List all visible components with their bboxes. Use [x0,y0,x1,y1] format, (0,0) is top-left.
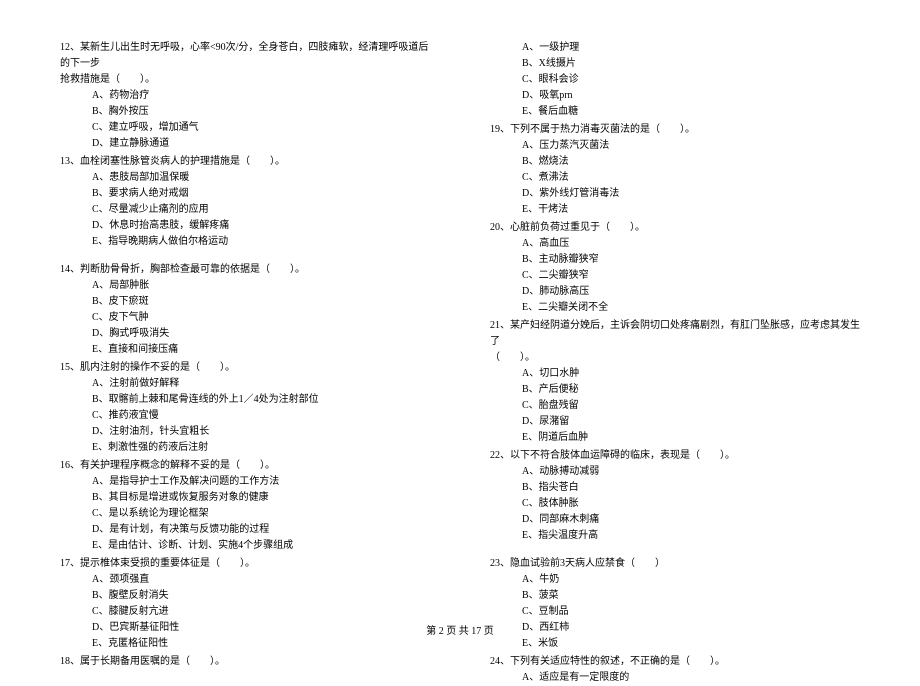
q19-opt-b: B、燃烧法 [522,154,860,170]
q20-text: 20、心脏前负荷过重见于（ ）。 [490,220,860,236]
question-16: 16、有关护理程序概念的解释不妥的是（ ）。 A、是指导护士工作及解决问题的工作… [60,458,430,554]
q13-opt-c: C、尽量减少止痛剂的应用 [92,202,430,218]
q18-text: 18、属于长期备用医嘱的是（ ）。 [60,654,430,670]
q22-opt-e: E、指尖温度升高 [522,528,860,544]
q22-opt-b: B、指尖苍白 [522,480,860,496]
q15-opt-d: D、注射油剂，针头宜粗长 [92,424,430,440]
question-14: 14、判断肋骨骨折，胸部检查最可靠的依据是（ ）。 A、局部肿胀 B、皮下瘀斑 … [60,262,430,358]
q16-opt-a: A、是指导护士工作及解决问题的工作方法 [92,474,430,490]
q15-opt-c: C、推药液宜慢 [92,408,430,424]
q21-line1: 21、某产妇经阴道分娩后，主诉会阴切口处疼痛剧烈，有肛门坠胀感，应考虑其发生了 [490,318,860,350]
q20-opt-b: B、主动脉瓣狭窄 [522,252,860,268]
q13-opt-a: A、患肢局部加温保暖 [92,170,430,186]
q22-opt-d: D、同部麻木刺痛 [522,512,860,528]
q23-opt-b: B、菠菜 [522,588,860,604]
q12-opt-c: C、建立呼吸，增加通气 [92,120,430,136]
q20-opt-e: E、二尖瓣关闭不全 [522,300,860,316]
q16-text: 16、有关护理程序概念的解释不妥的是（ ）。 [60,458,430,474]
question-24: 24、下列有关适应特性的叙述，不正确的是（ ）。 A、适应是有一定限度的 [490,654,860,686]
q22-opt-a: A、动脉搏动减弱 [522,464,860,480]
q13-opt-e: E、指导晚期病人做伯尔格运动 [92,234,430,250]
q22-opt-c: C、肢体肿胀 [522,496,860,512]
q12-opt-a: A、药物治疗 [92,88,430,104]
q15-opt-b: B、取髂前上棘和尾骨连线的外上1／4处为注射部位 [92,392,430,408]
q23-text: 23、隐血试验前3天病人应禁食（ ） [490,556,860,572]
q18-opt-c: C、眼科会诊 [522,72,860,88]
page-footer: 第 2 页 共 17 页 [0,624,920,640]
q15-opt-a: A、注射前做好解释 [92,376,430,392]
q24-text: 24、下列有关适应特性的叙述，不正确的是（ ）。 [490,654,860,670]
q14-text: 14、判断肋骨骨折，胸部检查最可靠的依据是（ ）。 [60,262,430,278]
question-20: 20、心脏前负荷过重见于（ ）。 A、高血压 B、主动脉瓣狭窄 C、二尖瓣狭窄 … [490,220,860,316]
question-21: 21、某产妇经阴道分娩后，主诉会阴切口处疼痛剧烈，有肛门坠胀感，应考虑其发生了 … [490,318,860,446]
q20-opt-a: A、高血压 [522,236,860,252]
q19-opt-d: D、紫外线灯管消毒法 [522,186,860,202]
question-18-opts: A、一级护理 B、X线摄片 C、眼科会诊 D、吸氧prn E、餐后血糖 [490,40,860,120]
q15-opt-e: E、刺激性强的药液后注射 [92,440,430,456]
q16-opt-d: D、是有计划，有决策与反馈功能的过程 [92,522,430,538]
q24-opt-a: A、适应是有一定限度的 [522,670,860,686]
q21-opt-b: B、产后便秘 [522,382,860,398]
q21-opt-d: D、尿潴留 [522,414,860,430]
q23-opt-c: C、豆制品 [522,604,860,620]
q15-text: 15、肌内注射的操作不妥的是（ ）。 [60,360,430,376]
q21-opt-a: A、切口水肿 [522,366,860,382]
question-15: 15、肌内注射的操作不妥的是（ ）。 A、注射前做好解释 B、取髂前上棘和尾骨连… [60,360,430,456]
question-18: 18、属于长期备用医嘱的是（ ）。 [60,654,430,670]
q18-opt-b: B、X线摄片 [522,56,860,72]
q13-opt-b: B、要求病人绝对戒烟 [92,186,430,202]
q12-line1: 12、某新生儿出生时无呼吸，心率<90次/分，全身苍白，四肢瘫软，经清理呼吸道后… [60,40,430,72]
q16-opt-e: E、是由估计、诊断、计划、实施4个步骤组成 [92,538,430,554]
question-12: 12、某新生儿出生时无呼吸，心率<90次/分，全身苍白，四肢瘫软，经清理呼吸道后… [60,40,430,152]
q14-opt-d: D、胸式呼吸消失 [92,326,430,342]
spacer [490,546,860,556]
q12-line2: 抢救措施是（ ）。 [60,72,430,88]
left-column: 12、某新生儿出生时无呼吸，心率<90次/分，全身苍白，四肢瘫软，经清理呼吸道后… [50,40,460,590]
question-22: 22、以下不符合肢体血运障碍的临床，表现是（ ）。 A、动脉搏动减弱 B、指尖苍… [490,448,860,544]
page-content: 12、某新生儿出生时无呼吸，心率<90次/分，全身苍白，四肢瘫软，经清理呼吸道后… [0,0,920,610]
spacer [60,252,430,262]
q19-text: 19、下列不属于热力消毒灭菌法的是（ ）。 [490,122,860,138]
q19-opt-c: C、煮沸法 [522,170,860,186]
q19-opt-e: E、干烤法 [522,202,860,218]
q21-opt-e: E、阴道后血肿 [522,430,860,446]
q17-opt-a: A、颈项强直 [92,572,430,588]
right-column: A、一级护理 B、X线摄片 C、眼科会诊 D、吸氧prn E、餐后血糖 19、下… [460,40,870,590]
q14-opt-b: B、皮下瘀斑 [92,294,430,310]
q18-opt-d: D、吸氧prn [522,88,860,104]
q12-opt-b: B、胸外按压 [92,104,430,120]
q14-opt-e: E、直接和间接压痛 [92,342,430,358]
q17-opt-c: C、膝腱反射亢进 [92,604,430,620]
q16-opt-b: B、其目标是增进或恢复服务对象的健康 [92,490,430,506]
q20-opt-d: D、肺动脉高压 [522,284,860,300]
q19-opt-a: A、压力蒸汽灭菌法 [522,138,860,154]
question-13: 13、血栓闭塞性脉管炎病人的护理措施是（ ）。 A、患肢局部加温保暖 B、要求病… [60,154,430,250]
q14-opt-a: A、局部肿胀 [92,278,430,294]
q23-opt-a: A、牛奶 [522,572,860,588]
q13-text: 13、血栓闭塞性脉管炎病人的护理措施是（ ）。 [60,154,430,170]
q17-text: 17、提示椎体束受损的重要体征是（ ）。 [60,556,430,572]
q20-opt-c: C、二尖瓣狭窄 [522,268,860,284]
q18-opt-e: E、餐后血糖 [522,104,860,120]
q14-opt-c: C、皮下气肿 [92,310,430,326]
q21-opt-c: C、胎盘残留 [522,398,860,414]
q17-opt-b: B、腹壁反射消失 [92,588,430,604]
q18-opt-a: A、一级护理 [522,40,860,56]
q12-opt-d: D、建立静脉通道 [92,136,430,152]
q16-opt-c: C、是以系统论为理论框架 [92,506,430,522]
q22-text: 22、以下不符合肢体血运障碍的临床，表现是（ ）。 [490,448,860,464]
question-19: 19、下列不属于热力消毒灭菌法的是（ ）。 A、压力蒸汽灭菌法 B、燃烧法 C、… [490,122,860,218]
q21-line2: （ ）。 [490,350,860,366]
q13-opt-d: D、休息时抬高患肢，缓解疼痛 [92,218,430,234]
